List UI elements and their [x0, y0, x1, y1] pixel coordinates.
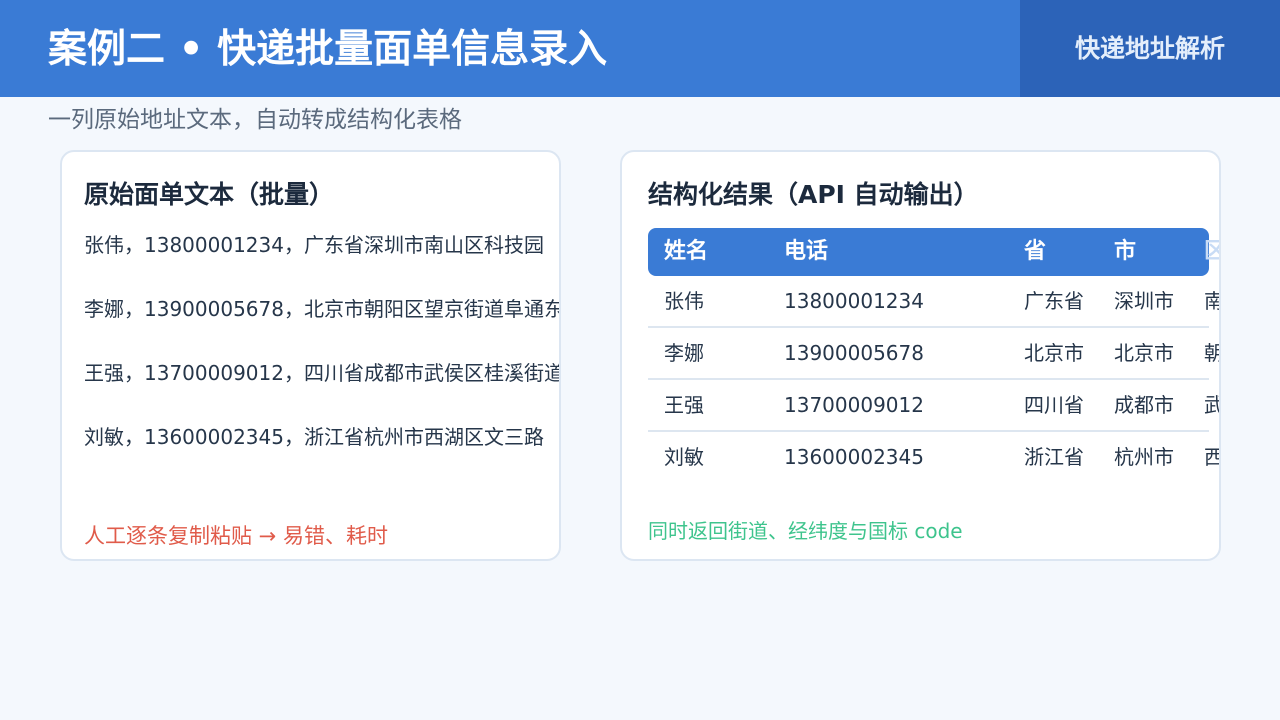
- manual-warning-note: 人工逐条复制粘贴 → 易错、耗时: [84, 524, 388, 548]
- section-tag: 快递地址解析: [1020, 0, 1280, 97]
- raw-text-list: 张伟，13800001234，广东省深圳市南山区科技园 李娜，139000056…: [84, 230, 561, 486]
- table-row: 张伟 13800001234 广东省 深圳市 南山区: [648, 276, 1219, 328]
- column-header-name: 姓名: [664, 239, 709, 264]
- cell-name: 李娜: [664, 341, 704, 365]
- header-bar: 案例二 • 快递批量面单信息录入 快递地址解析: [0, 0, 1280, 97]
- raw-text-line: 王强，13700009012，四川省成都市武侯区桂溪街道天府大道: [84, 361, 561, 385]
- table-row: 刘敏 13600002345 浙江省 杭州市 西湖区: [648, 432, 1219, 484]
- raw-text-title: 原始面单文本（批量）: [84, 180, 335, 209]
- cell-phone: 13700009012: [784, 393, 924, 417]
- cell-city: 北京市: [1114, 341, 1174, 365]
- cell-city: 成都市: [1114, 393, 1174, 417]
- raw-text-line: 刘敏，13600002345，浙江省杭州市西湖区文三路: [84, 425, 544, 449]
- cell-district: 西湖区: [1204, 432, 1219, 482]
- cell-name: 刘敏: [664, 445, 704, 469]
- cell-district: 武侯区: [1204, 380, 1219, 430]
- api-extra-note: 同时返回街道、经纬度与国标 code: [648, 519, 963, 543]
- cell-province: 广东省: [1024, 289, 1084, 313]
- raw-text-line: 李娜，13900005678，北京市朝阳区望京街道阜通东大街: [84, 297, 561, 321]
- cell-city: 深圳市: [1114, 289, 1174, 313]
- cell-phone: 13900005678: [784, 341, 924, 365]
- column-header-district: 区县: [1204, 228, 1219, 276]
- cell-phone: 13600002345: [784, 445, 924, 469]
- column-header-city: 市: [1114, 239, 1137, 264]
- cell-province: 四川省: [1024, 393, 1084, 417]
- cell-district: 朝阳区: [1204, 328, 1219, 378]
- raw-text-card: 原始面单文本（批量） 张伟，13800001234，广东省深圳市南山区科技园 李…: [60, 150, 561, 561]
- table-row: 李娜 13900005678 北京市 北京市 朝阳区: [648, 328, 1219, 380]
- table-header: 姓名 电话 省 市 区县: [648, 228, 1219, 276]
- raw-text-line: 张伟，13800001234，广东省深圳市南山区科技园: [84, 233, 544, 257]
- structured-result-card: 结构化结果（API 自动输出） 姓名 电话 省 市 区县 张伟 13800001…: [620, 150, 1221, 561]
- cell-province: 浙江省: [1024, 445, 1084, 469]
- cell-district: 南山区: [1204, 276, 1219, 326]
- result-table: 姓名 电话 省 市 区县 张伟 13800001234 广东省 深圳市 南山区 …: [648, 228, 1219, 484]
- structured-result-title: 结构化结果（API 自动输出）: [648, 180, 979, 209]
- cell-province: 北京市: [1024, 341, 1084, 365]
- page-subtitle: 一列原始地址文本，自动转成结构化表格: [48, 107, 462, 133]
- column-header-phone: 电话: [784, 239, 829, 264]
- cell-phone: 13800001234: [784, 289, 924, 313]
- cell-name: 王强: [664, 393, 704, 417]
- table-row: 王强 13700009012 四川省 成都市 武侯区: [648, 380, 1219, 432]
- page-title: 案例二 • 快递批量面单信息录入: [48, 27, 608, 72]
- cell-name: 张伟: [664, 289, 704, 313]
- cell-city: 杭州市: [1114, 445, 1174, 469]
- column-header-province: 省: [1024, 239, 1047, 264]
